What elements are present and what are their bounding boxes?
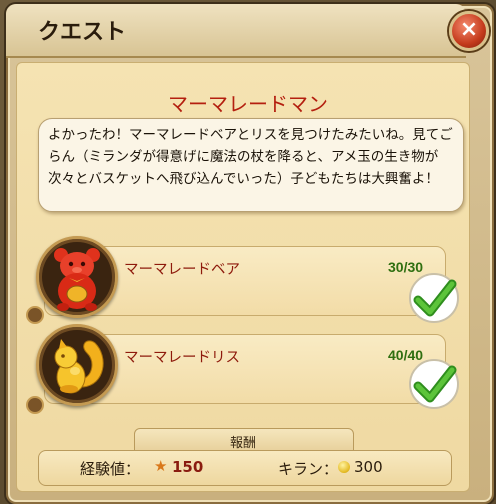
exp-value: 150 [172,458,204,476]
dialogue-text: よかったわ！マーマレードベアとリスを見つけたみたいね。見てごらん（ミランダが得意… [48,127,453,187]
window-title: クエスト [38,19,127,44]
close-icon: × [459,17,479,42]
exp-label: 経験値： [80,460,141,478]
candy-squirrel-icon [54,339,104,394]
objective-medal [36,324,118,406]
objective-label: マーマレードベア [124,262,240,278]
objective-medal [36,236,118,318]
close-button[interactable]: × [449,11,489,51]
quest-title: マーマレードマン [168,94,328,116]
check-icon [409,359,459,409]
check-icon [409,273,459,323]
star-icon: ★ [154,457,168,475]
reward-title: 報酬 [229,436,256,451]
gummy-bear-icon [54,248,100,311]
kiran-value: 300 [354,458,383,476]
coin-icon [338,461,350,473]
objective-label: マーマレードリス [124,350,240,366]
kiran-label: キラン： [278,460,339,478]
